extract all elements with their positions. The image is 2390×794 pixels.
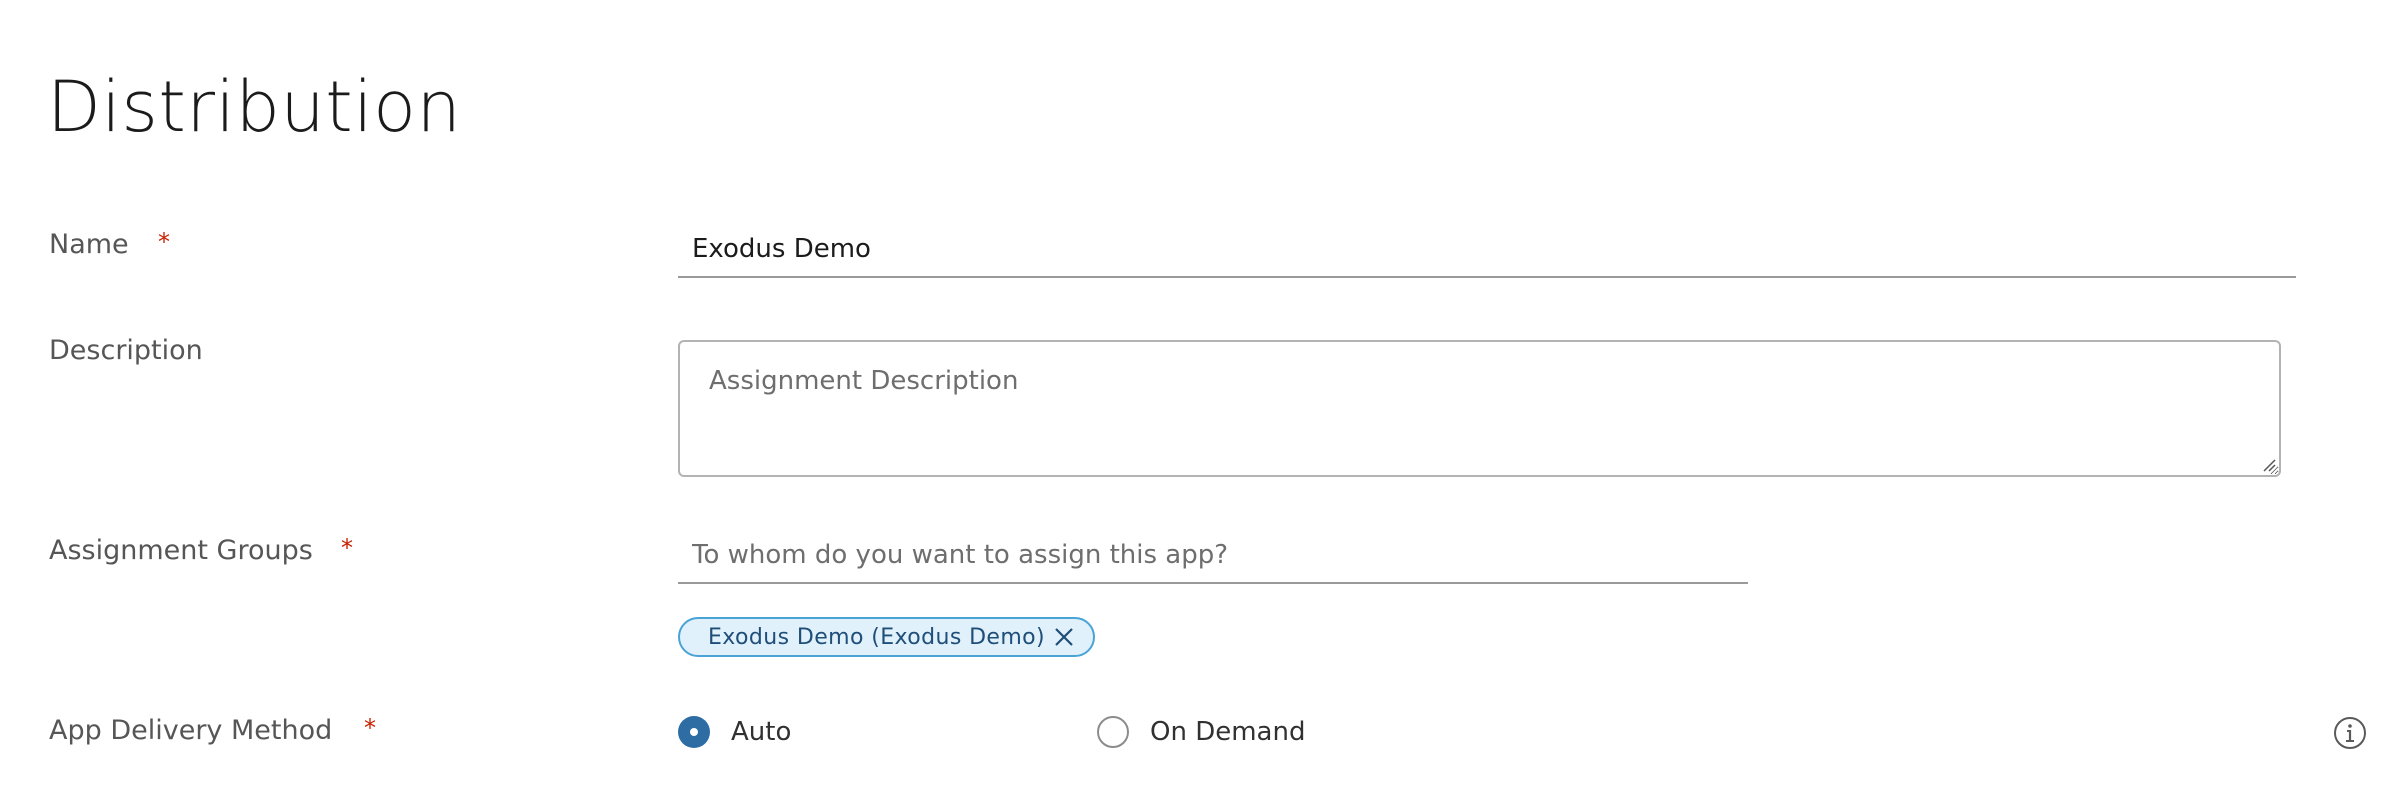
description-textarea[interactable] [678,340,2281,477]
assignment-groups-label: Assignment Groups [49,535,313,566]
close-icon[interactable] [1053,626,1075,648]
on-demand-radio-label[interactable]: On Demand [1150,717,1305,747]
chip-label: Exodus Demo (Exodus Demo) [708,624,1046,650]
name-input[interactable] [678,222,2296,278]
assignment-group-chip: Exodus Demo (Exodus Demo) [678,617,1096,657]
description-label: Description [49,335,203,366]
assignment-groups-input[interactable] [678,528,1748,584]
auto-radio[interactable] [678,716,710,748]
app-delivery-method-required-mark: * [364,714,376,742]
page-title: Distribution [47,66,462,148]
resize-handle-icon[interactable] [2262,458,2276,472]
info-icon[interactable] [2333,716,2367,750]
radio-option-on-demand[interactable]: On Demand [1097,716,1305,748]
name-required-mark: * [158,228,170,256]
name-label: Name [49,229,129,260]
app-delivery-method-label: App Delivery Method [49,715,333,746]
assignment-groups-required-mark: * [341,534,353,562]
radio-option-auto[interactable]: Auto [678,716,791,748]
on-demand-radio[interactable] [1097,716,1129,748]
auto-radio-label[interactable]: Auto [731,717,791,747]
